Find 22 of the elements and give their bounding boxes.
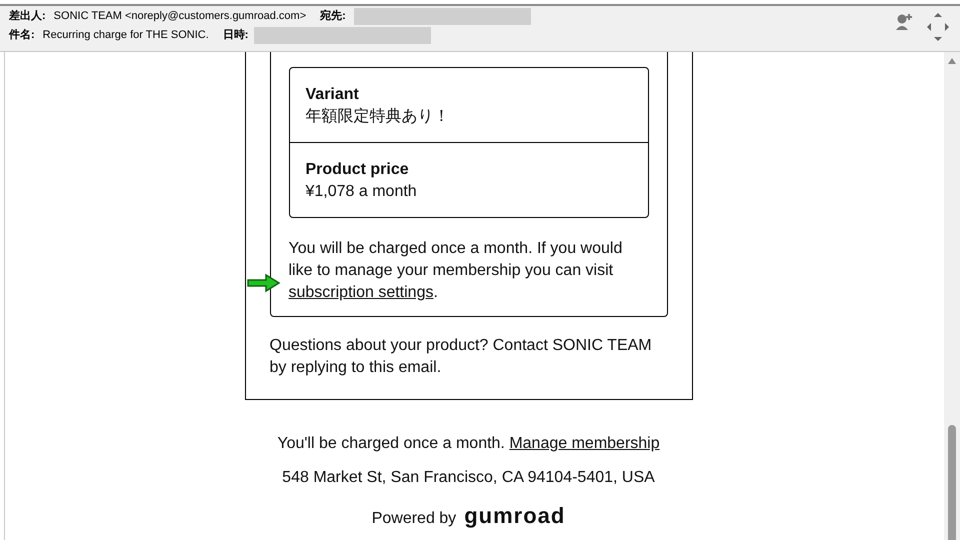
footer-text: You'll be charged once a month. Manage membership	[277, 434, 660, 454]
questions-text: Questions about your product? Contact SONIC TEAM by replying to this email.	[270, 336, 653, 378]
scroll-thumb[interactable]	[948, 425, 956, 540]
from-label: 差出人:	[9, 8, 46, 24]
detail-label: Variant	[306, 85, 360, 105]
notice-text: You will be charged once a month. If you would like to manage your membership you can visit subscription settings.	[288, 239, 624, 303]
from-address: SONIC TEAM <noreply@customers.gumroad.com>	[54, 9, 306, 24]
gumroad-logo: gumroad	[464, 505, 566, 527]
subject-label: 件名:	[9, 28, 35, 44]
scroll-up-icon[interactable]	[947, 57, 957, 65]
arrow-icon	[246, 273, 282, 293]
subject-text: Recurring charge for THE SONIC.	[42, 28, 209, 44]
to-label: 宛先:	[320, 8, 346, 24]
powered-by-text: Powered by	[372, 509, 456, 529]
detail-value: 年額限定特典あり！	[306, 106, 450, 127]
subscription-settings-link[interactable]: subscription settings	[288, 284, 434, 301]
manage-membership-link[interactable]: Manage membership	[509, 435, 660, 452]
detail-label: Product price	[306, 160, 410, 180]
add-contact-icon[interactable]	[894, 12, 914, 32]
address-text: 548 Market St, San Francisco, CA 94104-5401, USA	[282, 468, 655, 488]
date-label: 日時:	[222, 28, 248, 44]
detail-value: ¥1,078 a month	[306, 182, 418, 202]
